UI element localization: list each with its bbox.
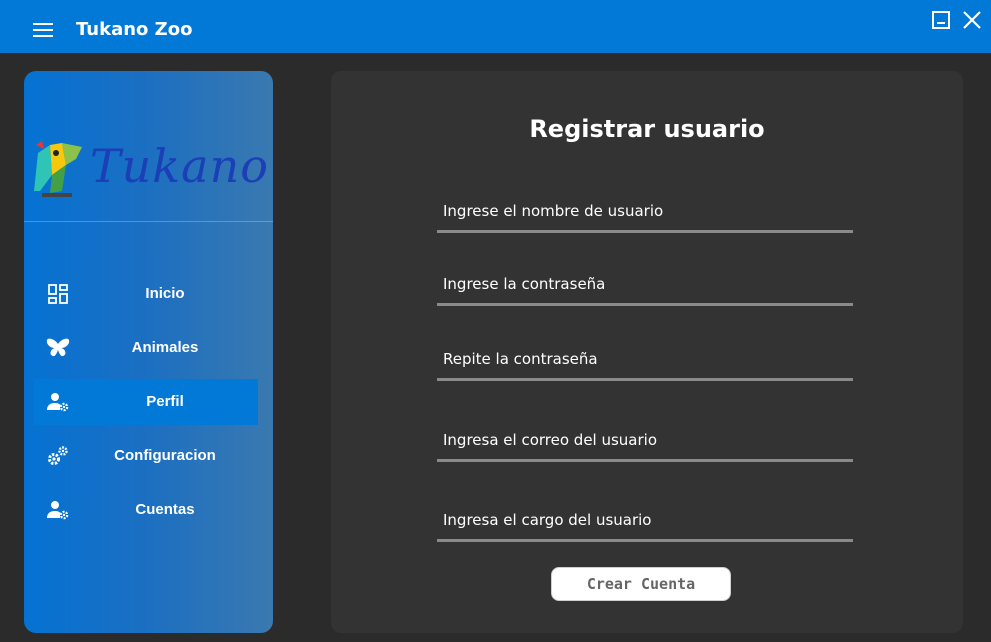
field-underline xyxy=(437,378,853,381)
field-underline xyxy=(437,539,853,542)
field-underline xyxy=(437,303,853,306)
password-field-wrapper xyxy=(437,266,853,306)
field-underline xyxy=(437,230,853,233)
sidebar-divider xyxy=(24,221,273,222)
sidebar-item-label: Inicio xyxy=(145,285,185,302)
sidebar-item-label: Perfil xyxy=(146,393,184,410)
sidebar-item-label: Animales xyxy=(131,339,199,356)
sidebar-item-animales[interactable]: Animales xyxy=(34,325,258,371)
role-field-wrapper xyxy=(437,502,853,542)
sidebar-item-perfil[interactable]: Perfil xyxy=(34,379,258,425)
sidebar-item-configuracion[interactable]: Configuracion xyxy=(34,433,258,479)
close-icon[interactable] xyxy=(960,8,984,32)
sidebar-item-label: Cuentas xyxy=(135,501,195,518)
title-bar: Tukano Zoo xyxy=(0,0,991,53)
email-field-wrapper xyxy=(437,422,853,462)
email-input[interactable] xyxy=(437,422,853,458)
app-title: Tukano Zoo xyxy=(76,19,193,40)
register-panel: Registrar usuario Crear Cuenta xyxy=(331,71,963,633)
form-title: Registrar usuario xyxy=(529,115,765,143)
password-input[interactable] xyxy=(437,266,853,302)
field-underline xyxy=(437,459,853,462)
sidebar-item-cuentas[interactable]: Cuentas xyxy=(34,487,258,533)
username-field-wrapper xyxy=(437,193,853,233)
logo-text: Tukano xyxy=(90,139,269,193)
sidebar-item-label: Configuracion xyxy=(114,447,216,464)
role-input[interactable] xyxy=(437,502,853,538)
hamburger-menu-icon[interactable] xyxy=(33,21,55,39)
butterfly-icon xyxy=(46,338,70,357)
username-input[interactable] xyxy=(437,193,853,229)
repeat-password-field-wrapper xyxy=(437,341,853,381)
gears-icon xyxy=(48,446,68,465)
user-gear-icon xyxy=(47,501,69,520)
logo: Tukano xyxy=(32,131,269,211)
create-account-button[interactable]: Crear Cuenta xyxy=(551,567,731,601)
sidebar-item-inicio[interactable]: Inicio xyxy=(34,271,258,317)
dashboard-icon xyxy=(48,284,68,304)
repeat-password-input[interactable] xyxy=(437,341,853,377)
toucan-icon xyxy=(34,141,82,197)
user-gear-icon xyxy=(47,393,69,412)
sidebar: Tukano Inicio Animales Perfil Configurac… xyxy=(24,71,273,633)
minimize-icon[interactable] xyxy=(929,8,953,32)
